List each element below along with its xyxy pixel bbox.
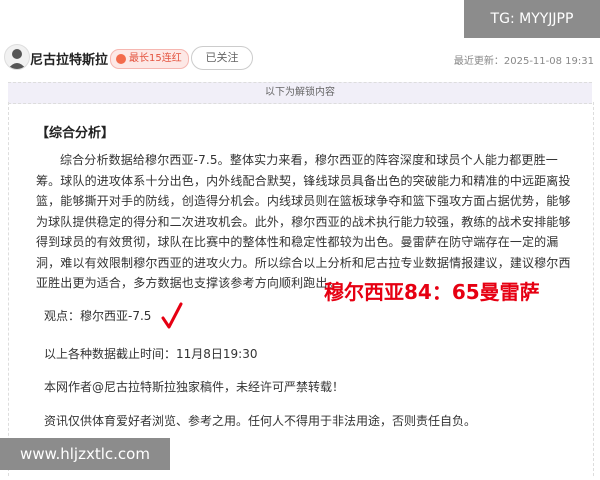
- viewpoint: 观点：穆尔西亚-7.5: [44, 309, 152, 323]
- last-updated: 最近更新：2025-11-08 19:31: [453, 56, 594, 67]
- fire-icon: [116, 54, 126, 64]
- watermark-bottom: www.hljzxtlc.com: [0, 438, 170, 470]
- follow-button[interactable]: 已关注: [191, 46, 253, 70]
- section-title: 【综合分析】: [36, 126, 115, 141]
- data-cutoff-time: 以上各种数据截止时间：11月8日19:30: [44, 347, 258, 361]
- copyright-notice: 本网作者@尼古拉特斯拉独家稿件，未经许可严禁转载！: [44, 380, 345, 394]
- analysis-paragraph: 综合分析数据给穆尔西亚-7.5。整体实力来看，穆尔西亚的阵容深度和球员个人能力都…: [36, 153, 571, 290]
- streak-badge-label: 最长15连红: [129, 53, 182, 64]
- watermark-top: TG: MYYJJPP: [464, 0, 600, 38]
- disclaimer: 资讯仅供体育爱好者浏览、参考之用。任何人不得用于非法用途，否则责任自负。: [44, 414, 477, 428]
- streak-badge: 最长15连红: [110, 49, 189, 69]
- article-header: 尼古拉特斯拉 最长15连红 已关注 最近更新：2025-11-08 19:31: [0, 40, 600, 76]
- avatar-icon: [8, 49, 26, 69]
- score-prediction: 穆尔西亚84：65曼雷萨: [324, 280, 540, 304]
- author-avatar[interactable]: [4, 44, 30, 70]
- check-mark-icon: [161, 302, 183, 329]
- unlock-notice: 以下为解锁内容: [8, 82, 592, 104]
- author-name[interactable]: 尼古拉特斯拉: [30, 49, 108, 68]
